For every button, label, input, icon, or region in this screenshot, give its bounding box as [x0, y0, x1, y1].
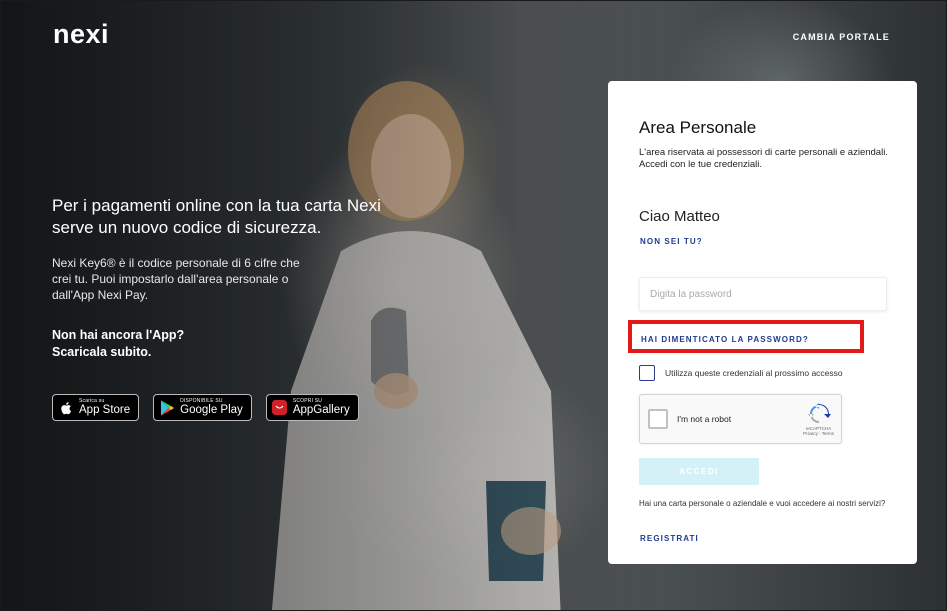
app-cta: Non hai ancora l'App? Scaricala subito.	[52, 327, 412, 361]
panel-description: L'area riservata ai possessori di carte …	[639, 147, 888, 170]
recaptcha-checkbox[interactable]	[648, 409, 668, 429]
app-store-small-text: Scarica su	[79, 397, 105, 404]
not-you-link[interactable]: NON SEI TU?	[640, 237, 703, 246]
remember-checkbox[interactable]	[639, 365, 655, 381]
remember-label: Utilizza queste credenziali al prossimo …	[665, 368, 843, 378]
hero-section: Per i pagamenti online con la tua carta …	[52, 195, 412, 361]
app-gallery-label: AppGallery	[292, 403, 350, 416]
app-gallery-badge[interactable]: SCOPRI SU AppGallery	[265, 394, 359, 421]
huawei-icon	[272, 400, 288, 416]
nexi-logo[interactable]: nexi	[53, 21, 109, 48]
greeting: Ciao Matteo	[639, 208, 720, 225]
remember-credentials[interactable]: Utilizza queste credenziali al prossimo …	[639, 365, 843, 381]
login-panel: Area Personale L'area riservata ai posse…	[608, 81, 917, 564]
app-cta-line-1: Non hai ancora l'App?	[52, 328, 185, 342]
change-portal-link[interactable]: CAMBIA PORTALE	[793, 32, 890, 42]
app-cta-line-2: Scaricala subito.	[52, 345, 152, 359]
recaptcha-terms-links[interactable]: Privacy - Terms	[803, 431, 834, 436]
password-input[interactable]	[639, 277, 887, 311]
google-play-badge[interactable]: DISPONIBILE SU Google Play	[153, 394, 252, 421]
login-button[interactable]: ACCEDI	[639, 458, 759, 485]
hero-description: Nexi Key6® è il codice personale di 6 ci…	[52, 256, 300, 302]
apple-icon	[58, 400, 74, 416]
recaptcha-brand: reCAPTCHA Privacy - Terms	[803, 426, 834, 436]
forgot-password-link[interactable]: HAI DIMENTICATO LA PASSWORD?	[641, 335, 809, 344]
top-bar: nexi CAMBIA PORTALE	[1, 1, 946, 61]
store-badges: Scarica su App Store DISPONIBILE SU Goog…	[52, 394, 359, 421]
panel-title: Area Personale	[639, 118, 757, 137]
recaptcha-widget: I'm not a robot reCAPTCHA Privacy - Term…	[639, 394, 842, 444]
hero-headline: Per i pagamenti online con la tua carta …	[52, 196, 381, 237]
google-play-small-text: DISPONIBILE SU	[180, 397, 223, 404]
app-store-badge[interactable]: Scarica su App Store	[52, 394, 140, 421]
recaptcha-icon	[808, 403, 831, 423]
google-play-icon	[159, 400, 175, 416]
app-gallery-small-text: SCOPRI SU	[292, 397, 323, 404]
google-play-label: Google Play	[180, 403, 243, 416]
register-link[interactable]: REGISTRATI	[640, 534, 699, 543]
recaptcha-label: I'm not a robot	[677, 414, 732, 424]
app-store-label: App Store	[79, 403, 131, 416]
register-prompt: Hai una carta personale o aziendale e vu…	[639, 499, 886, 508]
page: nexi CAMBIA PORTALE Per i pagamenti onli…	[0, 0, 947, 611]
